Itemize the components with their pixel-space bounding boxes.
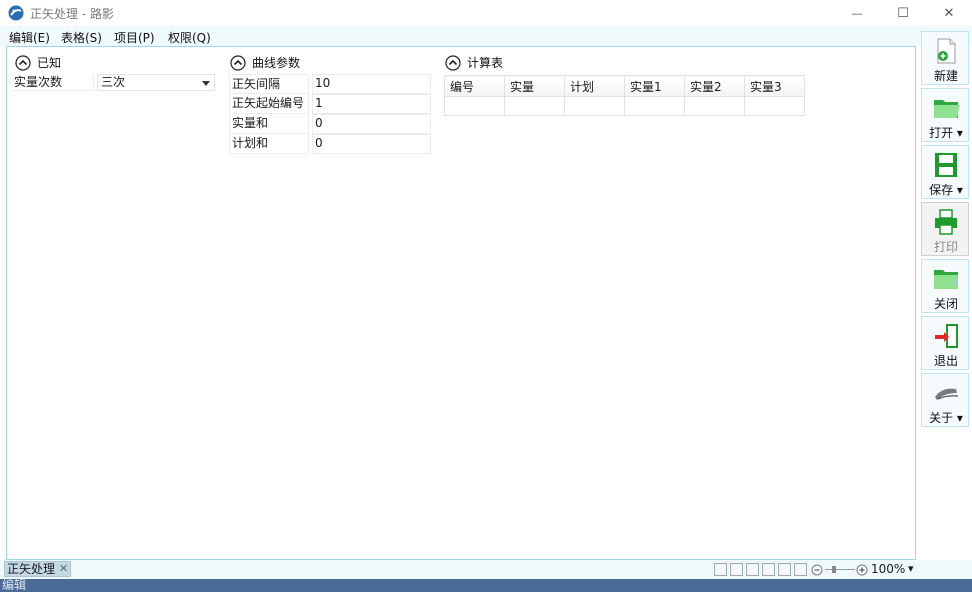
menu-project[interactable]: 项目(P): [114, 29, 155, 46]
exit-door-icon: [935, 324, 958, 348]
collapse-up-icon[interactable]: [230, 54, 246, 71]
column-header-number[interactable]: 编号: [444, 75, 505, 97]
start-number-label: 正矢起始编号: [229, 94, 309, 114]
zoom-level: 100%: [871, 562, 906, 576]
new-document-icon: [937, 38, 956, 64]
nav-prev-button[interactable]: [714, 563, 727, 576]
close-window-button[interactable]: ✕: [926, 0, 972, 26]
table-cell[interactable]: [504, 96, 565, 116]
column-header-measured2[interactable]: 实量2: [684, 75, 745, 97]
menu-bar: 编辑(E) 表格(S) 项目(P) 权限(Q): [0, 26, 972, 46]
close-button-label: 关闭: [933, 297, 958, 311]
close-icon[interactable]: ✕: [59, 562, 68, 576]
chord-interval-input[interactable]: 10: [312, 74, 431, 94]
open-button-label: 打开 ▾: [929, 126, 963, 140]
menu-table[interactable]: 表格(S): [61, 29, 102, 46]
save-button[interactable]: 保存 ▾: [921, 145, 969, 199]
minimize-icon: —: [851, 6, 863, 20]
planned-sum-input[interactable]: 0: [312, 134, 431, 154]
open-button[interactable]: 打开 ▾: [921, 88, 969, 142]
collapse-up-icon[interactable]: [445, 54, 461, 71]
layout-button-3[interactable]: [778, 563, 791, 576]
table-cell[interactable]: [444, 96, 505, 116]
planned-sum-label: 计划和: [229, 134, 309, 154]
tab-label: 正矢处理: [7, 562, 56, 576]
column-header-measured[interactable]: 实量: [504, 75, 565, 97]
zoom-slider-thumb[interactable]: [832, 566, 836, 573]
close-icon: ✕: [943, 5, 955, 21]
new-button[interactable]: 新建: [921, 31, 969, 85]
close-button[interactable]: 关闭: [921, 259, 969, 313]
exit-button[interactable]: 退出: [921, 316, 969, 370]
collapse-up-icon[interactable]: [15, 54, 31, 71]
about-button[interactable]: 关于 ▾: [921, 373, 969, 427]
print-button[interactable]: 打印: [921, 202, 969, 256]
zoom-slider[interactable]: [825, 569, 855, 570]
start-number-input[interactable]: 1: [312, 94, 431, 114]
curve-params-section-header[interactable]: 曲线参数: [230, 54, 300, 71]
window-title: 正矢处理 - 路影: [30, 7, 114, 21]
curve-params-section-title: 曲线参数: [252, 56, 301, 70]
save-button-label: 保存 ▾: [929, 183, 963, 197]
layout-button-4[interactable]: [794, 563, 807, 576]
maximize-icon: ☐: [897, 5, 909, 21]
zoom-in-icon[interactable]: [856, 564, 868, 576]
known-section-title: 已知: [37, 56, 62, 70]
about-button-label: 关于 ▾: [929, 411, 963, 425]
table-cell[interactable]: [744, 96, 805, 116]
column-header-measured1[interactable]: 实量1: [624, 75, 685, 97]
column-header-planned[interactable]: 计划: [564, 75, 625, 97]
print-button-label: 打印: [933, 240, 958, 254]
minimize-button[interactable]: —: [834, 0, 880, 26]
measure-count-value: 三次: [101, 75, 126, 89]
save-disk-icon: [935, 153, 957, 177]
new-button-label: 新建: [933, 69, 958, 83]
known-section-header[interactable]: 已知: [15, 54, 61, 71]
printer-icon: [935, 209, 957, 235]
exit-button-label: 退出: [933, 354, 958, 368]
status-text: 编辑: [2, 578, 27, 592]
measured-sum-label: 实量和: [229, 114, 309, 134]
menu-edit[interactable]: 编辑(E): [9, 29, 50, 46]
column-header-measured3[interactable]: 实量3: [744, 75, 805, 97]
maximize-button[interactable]: ☐: [880, 0, 926, 26]
calc-table-section-title: 计算表: [467, 56, 504, 70]
title-bar: 正矢处理 - 路影 — ☐ ✕: [0, 0, 972, 26]
open-folder-icon: [934, 100, 960, 118]
chevron-down-icon: [202, 81, 210, 86]
about-icon: [935, 388, 959, 400]
calc-table-section-header[interactable]: 计算表: [445, 54, 503, 71]
zoom-dropdown-icon[interactable]: ▾: [908, 562, 914, 575]
calc-table: 编号 实量 计划 实量1 实量2 实量3: [444, 75, 805, 116]
table-cell[interactable]: [624, 96, 685, 116]
table-header-row: 编号 实量 计划 实量1 实量2 实量3: [444, 75, 805, 97]
menu-permission[interactable]: 权限(Q): [168, 29, 211, 46]
close-folder-icon: [934, 270, 958, 289]
measured-sum-input[interactable]: 0: [312, 114, 431, 134]
nav-next-button[interactable]: [730, 563, 743, 576]
zoom-out-icon[interactable]: [811, 564, 823, 576]
table-cell[interactable]: [564, 96, 625, 116]
main-panel: 已知 实量次数 三次 曲线参数 正矢间隔 10 正矢起始编号 1 实量和 0 计…: [6, 46, 916, 560]
status-bar: 编辑: [0, 579, 972, 592]
measure-count-label: 实量次数: [12, 74, 94, 91]
table-row: [444, 96, 805, 116]
tab-chord-processing[interactable]: 正矢处理 ✕: [4, 561, 72, 577]
layout-button-1[interactable]: [746, 563, 759, 576]
measure-count-select[interactable]: 三次: [97, 74, 215, 91]
table-cell[interactable]: [684, 96, 745, 116]
layout-button-2[interactable]: [762, 563, 775, 576]
chord-interval-label: 正矢间隔: [229, 74, 309, 94]
app-logo-icon: [8, 5, 24, 21]
